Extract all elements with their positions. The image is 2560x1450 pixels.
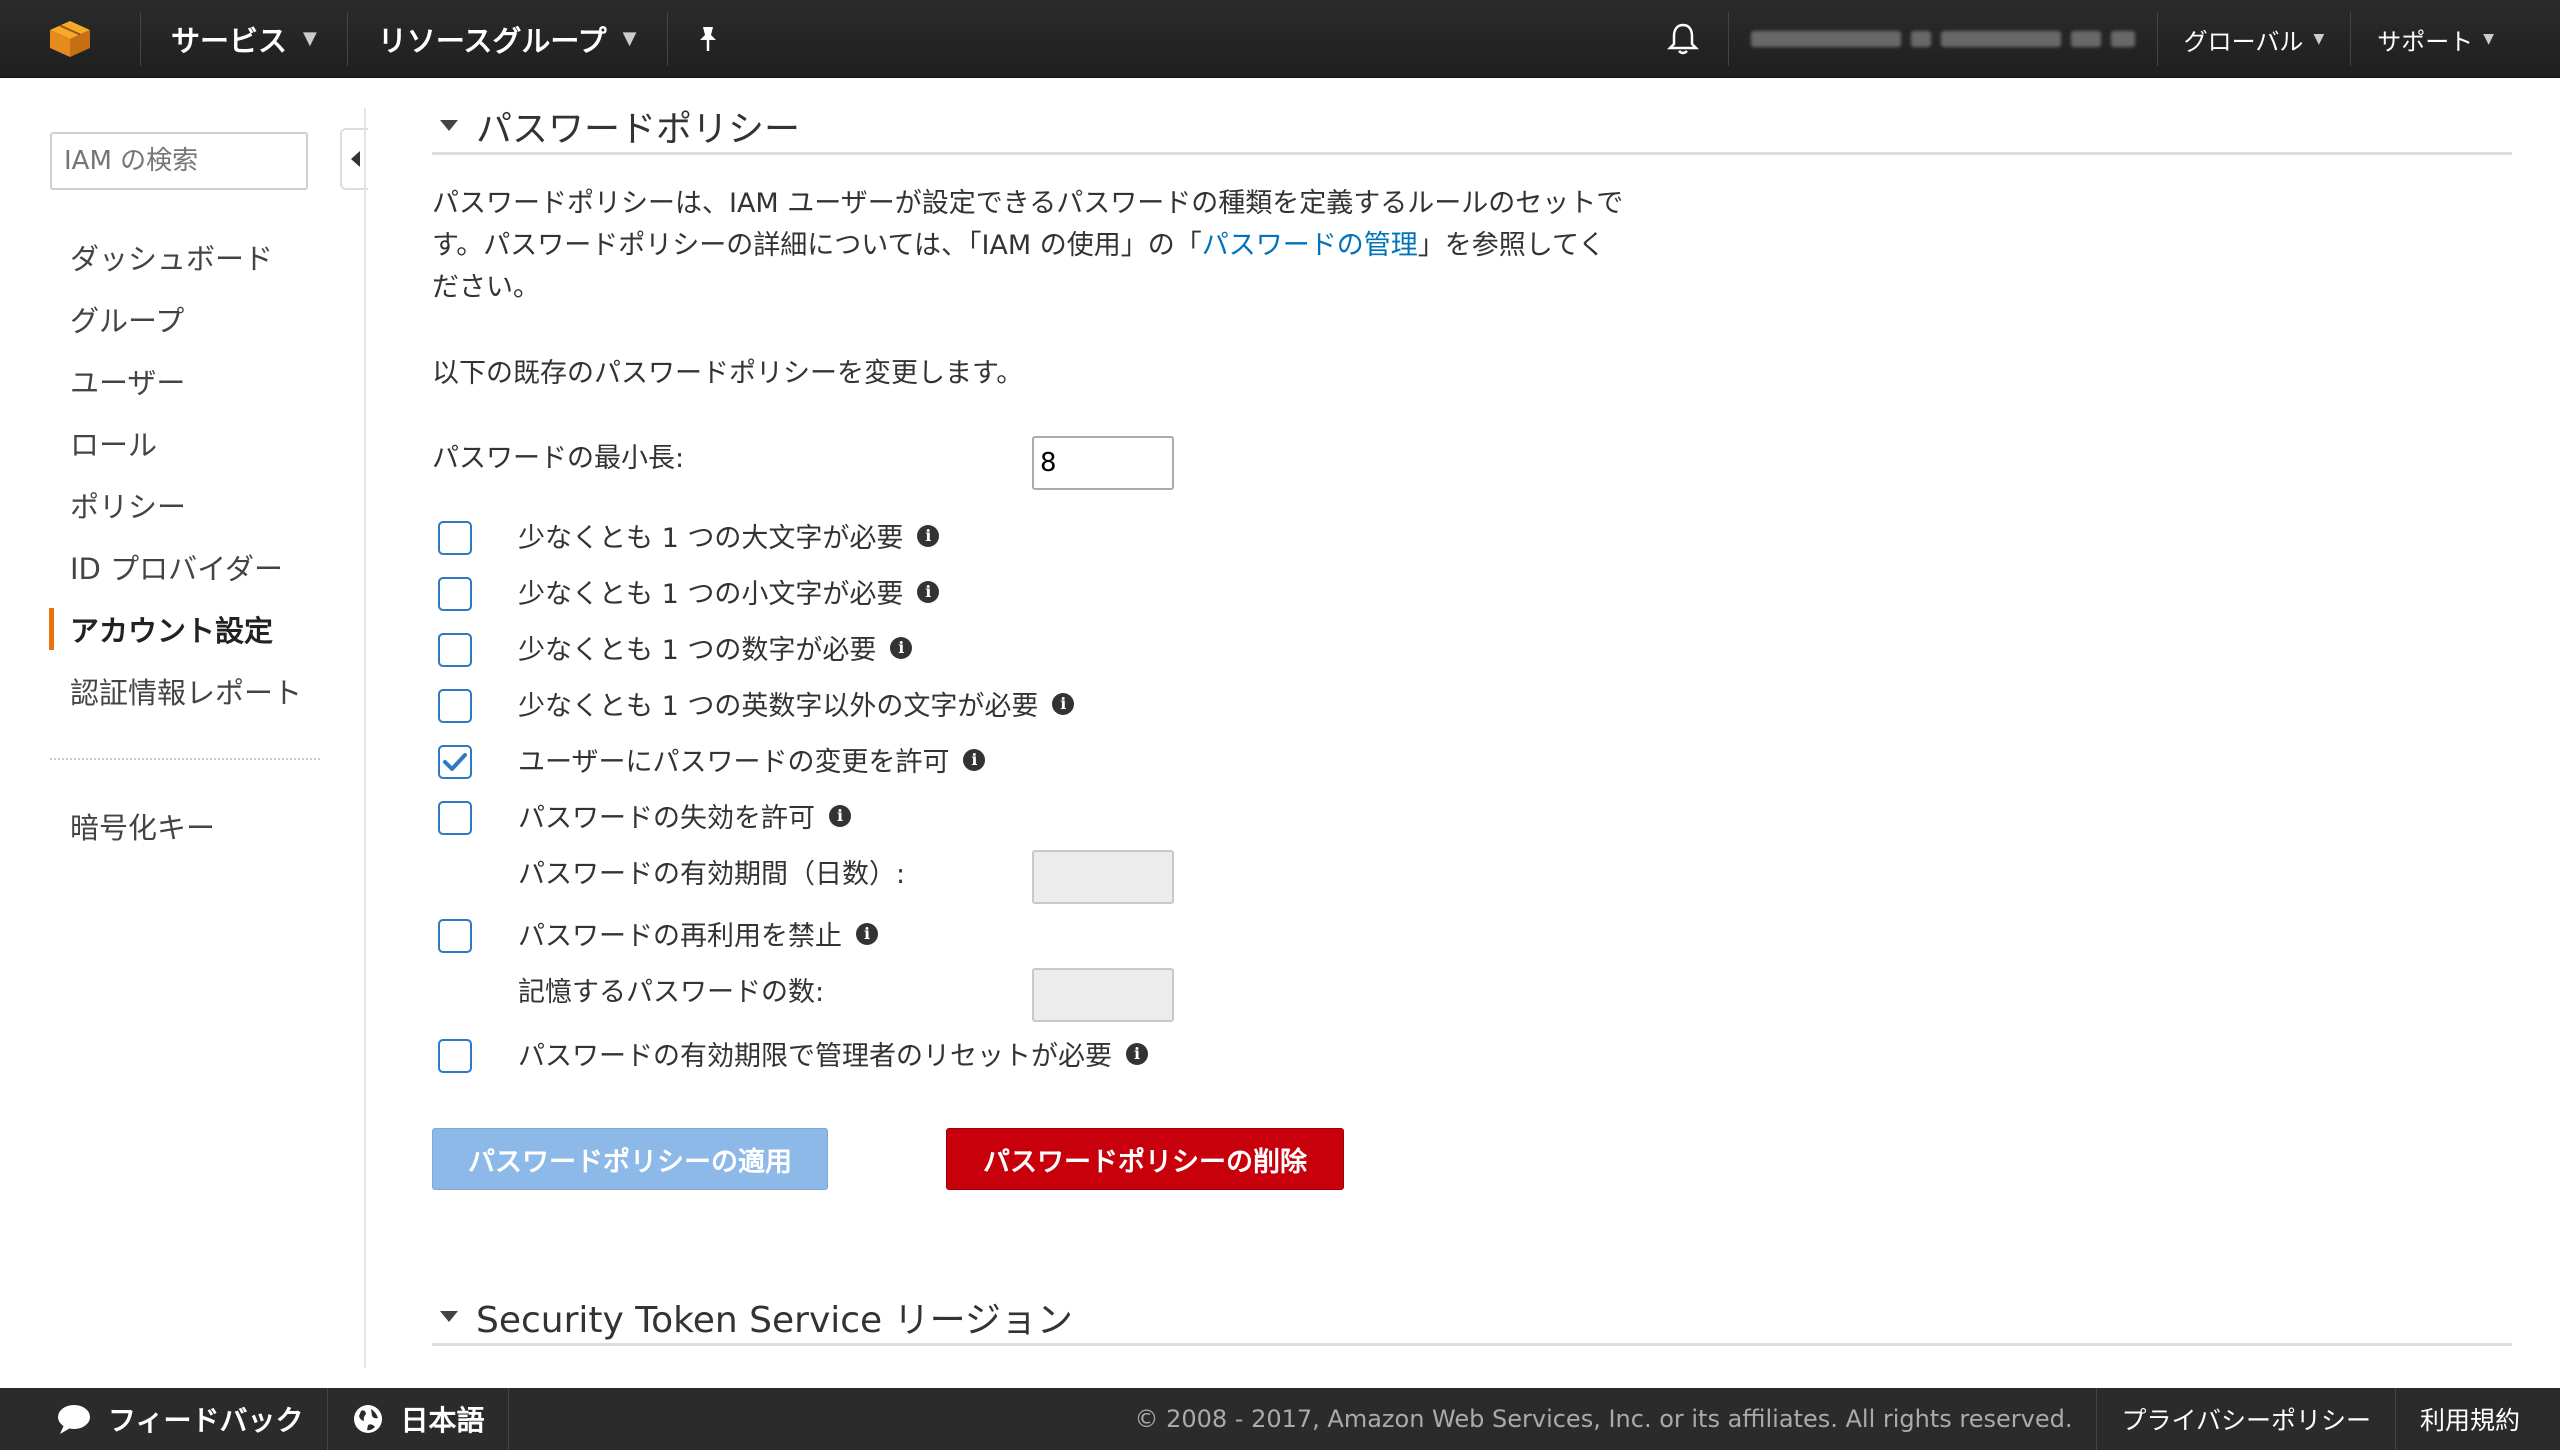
info-icon[interactable]: i xyxy=(829,804,851,827)
info-icon[interactable]: i xyxy=(1052,692,1075,715)
language-selector[interactable]: 日本語 xyxy=(328,1388,508,1450)
remember-count-label: 記憶するパスワードの数: xyxy=(518,977,825,1008)
sidebar-item-credential-report[interactable]: 認証情報レポート xyxy=(50,660,302,722)
services-menu[interactable]: サービス ▼ xyxy=(141,0,347,78)
sidebar-item-groups[interactable]: グループ xyxy=(50,288,302,350)
sidebar-item-identity-providers[interactable]: ID プロバイダー xyxy=(50,536,302,598)
main-content: パスワードポリシー パスワードポリシーは、IAM ユーザーが設定できるパスワード… xyxy=(432,78,2512,1346)
expand-triangle-icon xyxy=(440,1311,458,1322)
sts-section-title: Security Token Service リージョン xyxy=(476,1299,1073,1341)
require-number-checkbox[interactable] xyxy=(438,633,472,667)
services-label: サービス xyxy=(171,23,288,58)
feedback-label: フィードバック xyxy=(108,1404,304,1437)
allow-password-change-label: ユーザーにパスワードの変更を許可 xyxy=(518,747,950,778)
sidebar-nav: ダッシュボード グループ ユーザー ロール ポリシー ID プロバイダー アカウ… xyxy=(48,226,302,722)
sidebar-divider xyxy=(50,758,320,760)
require-lowercase-label: 少なくとも 1 つの小文字が必要 xyxy=(518,579,904,610)
allow-password-change-checkbox[interactable] xyxy=(438,745,472,779)
iam-search-input[interactable] xyxy=(50,132,308,190)
min-length-label: パスワードの最小長: xyxy=(432,443,685,474)
prevent-reuse-label: パスワードの再利用を禁止 xyxy=(518,921,842,952)
copyright-text: © 2008 - 2017, Amazon Web Services, Inc.… xyxy=(1134,1405,2073,1433)
apply-policy-button[interactable]: パスワードポリシーの適用 xyxy=(432,1128,828,1190)
require-number-label: 少なくとも 1 つの数字が必要 xyxy=(518,635,877,666)
resource-groups-label: リソースグループ xyxy=(377,23,607,58)
pin-icon[interactable] xyxy=(668,0,748,78)
info-icon[interactable]: i xyxy=(917,580,940,603)
require-symbol-checkbox[interactable] xyxy=(438,689,472,723)
admin-reset-checkbox[interactable] xyxy=(438,1039,472,1073)
sidebar-item-account-settings[interactable]: アカウント設定 xyxy=(48,598,302,660)
aws-logo-icon[interactable] xyxy=(0,0,140,78)
terms-link[interactable]: 利用規約 xyxy=(2396,1388,2560,1450)
info-icon[interactable]: i xyxy=(856,922,878,945)
bell-icon[interactable] xyxy=(1638,0,1728,78)
sidebar-item-roles[interactable]: ロール xyxy=(50,412,302,474)
account-menu[interactable] xyxy=(1729,0,2157,78)
info-icon[interactable]: i xyxy=(890,636,913,659)
feedback-button[interactable]: フィードバック xyxy=(0,1388,327,1450)
speech-bubble-icon xyxy=(58,1405,90,1434)
privacy-policy-link[interactable]: プライバシーポリシー xyxy=(2097,1388,2395,1450)
support-menu[interactable]: サポート ▼ xyxy=(2351,0,2520,78)
sidebar-item-encryption-keys[interactable]: 暗号化キー xyxy=(50,795,215,857)
require-uppercase-checkbox[interactable] xyxy=(438,521,472,555)
checkmark-icon xyxy=(443,753,467,771)
caret-left-icon xyxy=(350,151,360,167)
expiry-days-input[interactable] xyxy=(1032,850,1174,904)
sts-regions-header[interactable]: Security Token Service リージョン xyxy=(432,1290,2512,1346)
footer: フィードバック 日本語 © 2008 - 2017, Amazon Web Se… xyxy=(0,1388,2560,1450)
admin-reset-label: パスワードの有効期限で管理者のリセットが必要 xyxy=(518,1041,1112,1072)
sidebar: ダッシュボード グループ ユーザー ロール ポリシー ID プロバイダー アカウ… xyxy=(0,78,368,1388)
support-label: サポート xyxy=(2377,27,2474,56)
sidebar-item-users[interactable]: ユーザー xyxy=(50,350,302,412)
chevron-down-icon: ▼ xyxy=(622,28,637,49)
region-menu[interactable]: グローバル ▼ xyxy=(2158,0,2351,78)
enable-expiration-checkbox[interactable] xyxy=(438,801,472,835)
sidebar-border xyxy=(364,108,366,1368)
info-icon[interactable]: i xyxy=(1126,1042,1148,1065)
region-label: グローバル xyxy=(2183,27,2304,56)
remember-count-input[interactable] xyxy=(1032,968,1174,1022)
sidebar-item-policies[interactable]: ポリシー xyxy=(50,474,302,536)
prevent-reuse-checkbox[interactable] xyxy=(438,919,472,953)
enable-expiration-label: パスワードの失効を許可 xyxy=(518,803,815,834)
sidebar-item-dashboard[interactable]: ダッシュボード xyxy=(50,226,302,288)
info-icon[interactable]: i xyxy=(963,748,986,771)
top-navigation-bar: サービス ▼ リソースグループ ▼ グローバル ▼ サポート ▼ xyxy=(0,0,2560,78)
chevron-down-icon: ▼ xyxy=(2483,31,2494,47)
resource-groups-menu[interactable]: リソースグループ ▼ xyxy=(348,0,667,78)
globe-icon xyxy=(354,1405,383,1433)
language-label: 日本語 xyxy=(400,1404,485,1437)
expiry-days-label: パスワードの有効期間（日数）: xyxy=(518,859,906,890)
require-uppercase-label: 少なくとも 1 つの大文字が必要 xyxy=(518,523,904,554)
require-symbol-label: 少なくとも 1 つの英数字以外の文字が必要 xyxy=(518,691,1039,722)
delete-policy-button[interactable]: パスワードポリシーの削除 xyxy=(946,1128,1344,1190)
chevron-down-icon: ▼ xyxy=(303,28,317,49)
min-length-input[interactable] xyxy=(1032,436,1174,490)
require-lowercase-checkbox[interactable] xyxy=(438,577,472,611)
chevron-down-icon: ▼ xyxy=(2313,31,2325,47)
info-icon[interactable]: i xyxy=(917,524,940,547)
